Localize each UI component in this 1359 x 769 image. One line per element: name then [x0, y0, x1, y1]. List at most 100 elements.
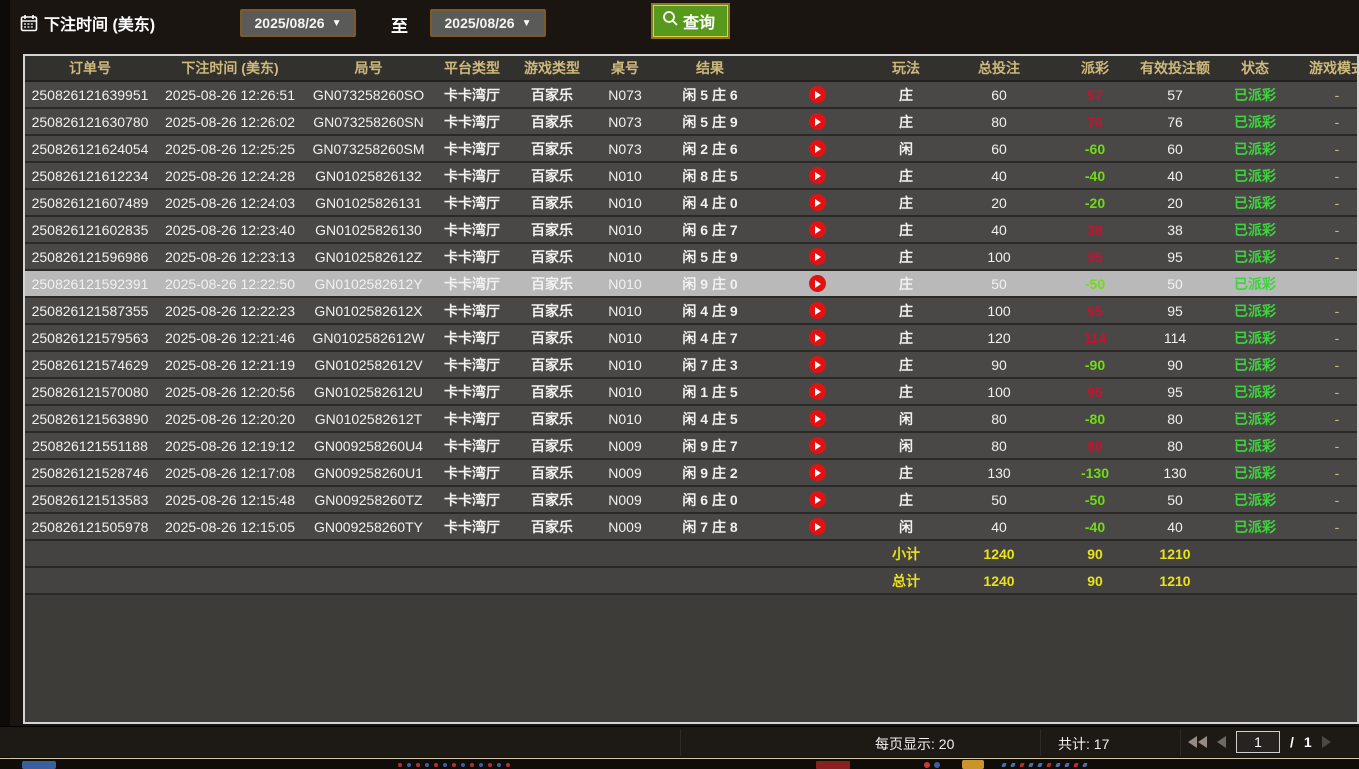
cell-result: 闲 4 庄 7: [658, 325, 762, 352]
cell-table-no: N009: [592, 460, 658, 487]
cell-round-id: GN073258260SM: [305, 136, 432, 163]
table-row[interactable]: 2508261216122342025-08-26 12:24:28GN0102…: [25, 163, 1359, 190]
cell-game-mode: -: [1292, 136, 1359, 163]
cell-game-type: 百家乐: [512, 460, 592, 487]
table-row[interactable]: 2508261215287462025-08-26 12:17:08GN0092…: [25, 460, 1359, 487]
cell-round-id: GN0102582612W: [305, 325, 432, 352]
cell-order-id: 250826121639951: [25, 82, 155, 109]
cell-game-type: 百家乐: [512, 298, 592, 325]
first-page-icon[interactable]: [1188, 736, 1207, 748]
cell-total-bet: 60: [940, 82, 1058, 109]
play-video-icon[interactable]: [809, 329, 826, 346]
cell-game-type: 百家乐: [512, 109, 592, 136]
play-video-icon[interactable]: [809, 248, 826, 265]
play-video-icon[interactable]: [809, 302, 826, 319]
table-row[interactable]: 2508261215923912025-08-26 12:22:50GN0102…: [25, 271, 1359, 298]
cell-total-bet: 120: [940, 325, 1058, 352]
play-video-icon[interactable]: [809, 140, 826, 157]
table-row[interactable]: 2508261215795632025-08-26 12:21:46GN0102…: [25, 325, 1359, 352]
cell-total-bet: 100: [940, 298, 1058, 325]
cell-payout: -50: [1058, 487, 1132, 514]
play-video-icon[interactable]: [809, 221, 826, 238]
cell-play: 庄: [872, 190, 940, 217]
play-video-icon[interactable]: [809, 167, 826, 184]
subtotal-row-cell-game-mode: [1292, 541, 1359, 568]
table-row[interactable]: 2508261215700802025-08-26 12:20:56GN0102…: [25, 379, 1359, 406]
table-row[interactable]: 2508261215873552025-08-26 12:22:23GN0102…: [25, 298, 1359, 325]
table-row[interactable]: 2508261215511882025-08-26 12:19:12GN0092…: [25, 433, 1359, 460]
cell-platform: 卡卡湾厅: [432, 163, 512, 190]
bet-time-filter-label: 下注时间 (美东): [20, 11, 155, 35]
table-row[interactable]: 2508261216074892025-08-26 12:24:03GN0102…: [25, 190, 1359, 217]
cell-total-bet: 50: [940, 271, 1058, 298]
table-row[interactable]: 2508261215135832025-08-26 12:15:48GN0092…: [25, 487, 1359, 514]
play-video-icon[interactable]: [809, 194, 826, 211]
play-video-icon[interactable]: [809, 356, 826, 373]
cell-status: 已派彩: [1218, 190, 1292, 217]
cell-bet-time: 2025-08-26 12:23:13: [155, 244, 305, 271]
cell-order-id: 250826121602835: [25, 217, 155, 244]
cell-game-type: 百家乐: [512, 487, 592, 514]
cell-bet-time: 2025-08-26 12:20:20: [155, 406, 305, 433]
play-video-icon[interactable]: [809, 518, 826, 535]
cell-result: 闲 9 庄 0: [658, 271, 762, 298]
cell-table-no: N010: [592, 217, 658, 244]
cell-payout: 76: [1058, 109, 1132, 136]
cell-valid-bet: 40: [1132, 514, 1218, 541]
cell-total-bet: 80: [940, 406, 1058, 433]
background-window-sliver: [0, 758, 1359, 769]
play-video-icon[interactable]: [809, 491, 826, 508]
column-header-status: 状态: [1218, 56, 1292, 82]
play-video-icon[interactable]: [809, 437, 826, 454]
cell-game-type: 百家乐: [512, 433, 592, 460]
play-video-icon[interactable]: [809, 410, 826, 427]
cell-play: 闲: [872, 514, 940, 541]
cell-play: 闲: [872, 406, 940, 433]
table-row[interactable]: 2508261216240542025-08-26 12:25:25GN0732…: [25, 136, 1359, 163]
cell-status: 已派彩: [1218, 406, 1292, 433]
cell-platform: 卡卡湾厅: [432, 82, 512, 109]
cell-round-id: GN01025826131: [305, 190, 432, 217]
table-row[interactable]: 2508261215969862025-08-26 12:23:13GN0102…: [25, 244, 1359, 271]
cell-play: 庄: [872, 352, 940, 379]
cell-result: 闲 5 庄 9: [658, 109, 762, 136]
cell-total-bet: 80: [940, 109, 1058, 136]
table-row[interactable]: 2508261215059782025-08-26 12:15:05GN0092…: [25, 514, 1359, 541]
cell-platform: 卡卡湾厅: [432, 433, 512, 460]
chevron-down-icon: ▼: [332, 18, 342, 29]
grand-total-row-cell-game-type: [512, 568, 592, 595]
table-row[interactable]: 2508261215746292025-08-26 12:21:19GN0102…: [25, 352, 1359, 379]
cell-status: 已派彩: [1218, 352, 1292, 379]
play-video-icon[interactable]: [809, 86, 826, 103]
next-page-icon[interactable]: [1322, 736, 1331, 748]
page-number-input[interactable]: [1236, 731, 1280, 753]
play-video-icon[interactable]: [809, 275, 826, 292]
table-row[interactable]: 2508261216399512025-08-26 12:26:51GN0732…: [25, 82, 1359, 109]
cell-total-bet: 40: [940, 514, 1058, 541]
table-row[interactable]: 2508261215638902025-08-26 12:20:20GN0102…: [25, 406, 1359, 433]
query-button[interactable]: 查询: [653, 5, 728, 37]
cell-platform: 卡卡湾厅: [432, 352, 512, 379]
subtotal-row-cell-payout: 90: [1058, 541, 1132, 568]
grand-total-row-cell-round-id: [305, 568, 432, 595]
table-row[interactable]: 2508261216307802025-08-26 12:26:02GN0732…: [25, 109, 1359, 136]
cell-payout: -40: [1058, 163, 1132, 190]
cell-video: [762, 109, 872, 136]
play-video-icon[interactable]: [809, 464, 826, 481]
chevron-down-icon: ▼: [522, 18, 532, 29]
cell-status: 已派彩: [1218, 379, 1292, 406]
cell-table-no: N073: [592, 82, 658, 109]
prev-page-icon[interactable]: [1217, 736, 1226, 748]
cell-table-no: N010: [592, 244, 658, 271]
cell-table-no: N009: [592, 433, 658, 460]
cell-result: 闲 7 庄 3: [658, 352, 762, 379]
cell-video: [762, 433, 872, 460]
table-row[interactable]: 2508261216028352025-08-26 12:23:40GN0102…: [25, 217, 1359, 244]
page-size-label: 每页显示: 20: [875, 734, 954, 754]
cell-table-no: N010: [592, 325, 658, 352]
date-to-select[interactable]: 2025/08/26 ▼: [430, 9, 546, 37]
play-video-icon[interactable]: [809, 383, 826, 400]
play-video-icon[interactable]: [809, 113, 826, 130]
date-from-select[interactable]: 2025/08/26 ▼: [240, 9, 356, 37]
cell-platform: 卡卡湾厅: [432, 271, 512, 298]
